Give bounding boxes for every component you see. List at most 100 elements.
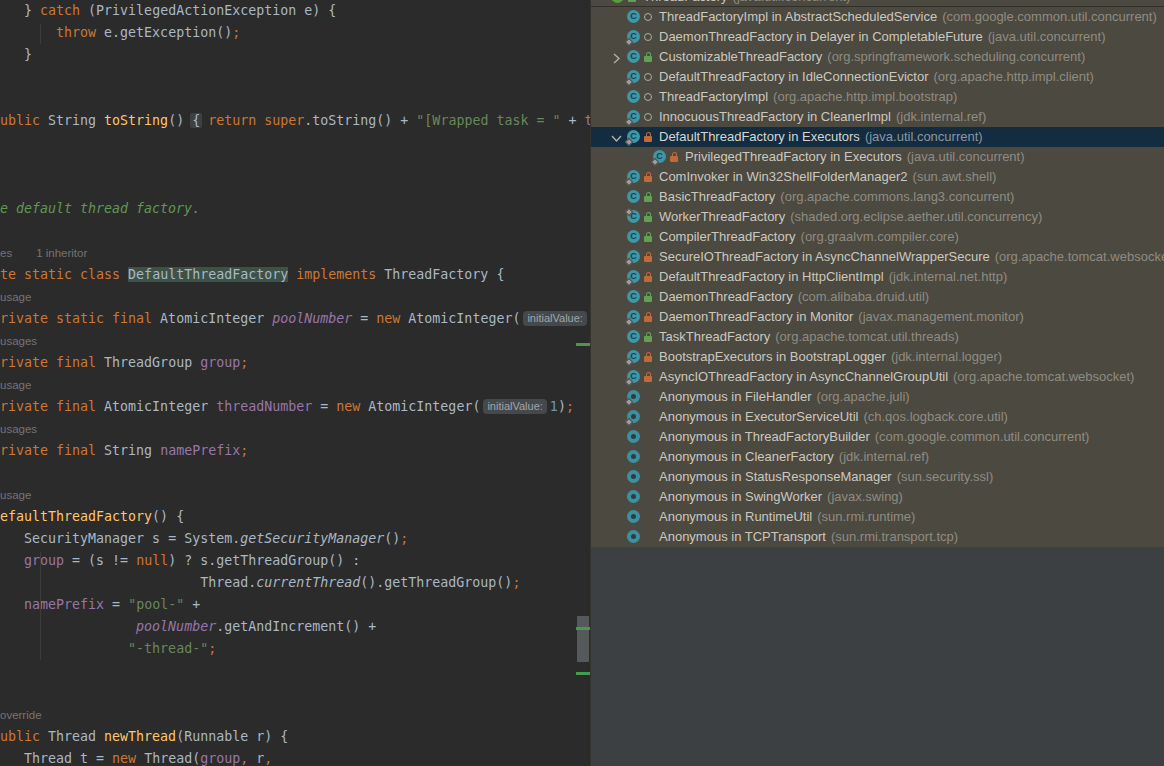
implementation-item[interactable]: CSecureIOThreadFactory in AsyncChannelWr… xyxy=(591,247,1164,267)
code-vision-lens[interactable]: usages xyxy=(0,330,590,352)
chevron-collapsed-icon[interactable] xyxy=(610,51,623,64)
implementation-item[interactable]: CThreadFactoryImpl in AbstractScheduledS… xyxy=(591,7,1164,27)
anonymous-class-icon xyxy=(627,470,640,483)
code-area: } catch (PrivilegedActionException e) { … xyxy=(0,0,590,766)
package-name: (shaded.org.eclipse.aether.util.concurre… xyxy=(790,209,1042,224)
item-label: DaemonThreadFactory in Monitor(javax.man… xyxy=(659,307,1024,327)
class-name: Anonymous in StatusResponseManager xyxy=(659,469,892,484)
package-name: (sun.awt.shell) xyxy=(913,169,997,184)
code-vision-lens[interactable]: usage xyxy=(0,484,590,506)
package-name: (jdk.internal.ref) xyxy=(896,109,986,124)
code-line: "-thread-"; xyxy=(0,638,590,660)
code-line xyxy=(0,176,590,198)
implementation-item[interactable]: C DaemonThreadFactory in Monitor(javax.ma… xyxy=(591,307,1164,327)
code-line: poolNumber.getAndIncrement() + xyxy=(0,616,590,638)
implementation-item[interactable]: Anonymous in ThreadFactoryBuilder(com.go… xyxy=(591,427,1164,447)
package-name: (com.google.common.util.concurrent) xyxy=(942,9,1157,24)
package-lock-badge-icon xyxy=(644,212,652,223)
class-icon: C xyxy=(627,90,640,103)
implementation-item[interactable]: CInnocuousThreadFactory in CleanerImpl(j… xyxy=(591,107,1164,127)
private-lock-badge-icon xyxy=(644,372,652,383)
package-lock-badge-icon xyxy=(628,0,636,3)
item-label: Anonymous in SwingWorker(javax.swing) xyxy=(659,487,903,507)
item-label: PrivilegedThreadFactory in Executors(jav… xyxy=(685,147,1025,167)
item-label: DefaultThreadFactory in HttpClientImpl(j… xyxy=(659,267,1007,287)
implementation-item[interactable]: CWorkerThreadFactory(shaded.org.eclipse.… xyxy=(591,207,1164,227)
package-lock-badge-icon xyxy=(644,52,652,63)
code-vision-lens[interactable]: usages xyxy=(0,418,590,440)
implementation-item[interactable]: CCompilerThreadFactory(org.graalvm.compi… xyxy=(591,227,1164,247)
implementation-item[interactable]: CTaskThreadFactory(org.apache.tomcat.uti… xyxy=(591,327,1164,347)
implementation-item[interactable]: Anonymous in ExecutorServiceUtil(ch.qos.… xyxy=(591,407,1164,427)
class-name: TaskThreadFactory xyxy=(659,329,770,344)
item-label: TaskThreadFactory (org.apache.tomcat.util… xyxy=(659,327,959,347)
package-name: (java.util.concurrent) xyxy=(865,129,983,144)
package-name: (javax.swing) xyxy=(827,489,903,504)
package-name: (org.apache.tomcat.util.threads) xyxy=(775,329,959,344)
package-name: (sun.rmi.runtime) xyxy=(817,509,915,524)
implementation-item[interactable]: CDaemonThreadFactory in Delayer in Compl… xyxy=(591,27,1164,47)
code-vision-lens[interactable]: override xyxy=(0,704,590,726)
implementation-item[interactable]: C DefaultThreadFactory in HttpClientImpl(… xyxy=(591,267,1164,287)
item-label: BootstrapExecutors in BootstrapLogger(jd… xyxy=(659,347,1002,367)
code-line xyxy=(0,462,590,484)
implementation-item[interactable]: Anonymous in TCPTransport(sun.rmi.transp… xyxy=(591,527,1164,547)
implementation-item[interactable]: Anonymous in StatusResponseManager(sun.s… xyxy=(591,467,1164,487)
package-name: (org.springframework.scheduling.concurre… xyxy=(827,49,1085,64)
code-line: e default thread factory. xyxy=(0,198,590,220)
package-name: (org.apache.http.impl.bootstrap) xyxy=(773,89,957,104)
implementation-item[interactable]: CThreadFactoryImpl(org.apache.http.impl.… xyxy=(591,87,1164,107)
anonymous-class-icon xyxy=(627,510,640,523)
code-line xyxy=(0,220,590,242)
code-line: } catch (PrivilegedActionException e) { xyxy=(0,0,590,22)
implementation-item[interactable]: CPrivilegedThreadFactory in Executors(ja… xyxy=(591,147,1164,167)
implementation-item[interactable]: Anonymous in CleanerFactory(jdk.internal… xyxy=(591,447,1164,467)
inner-class-icon: C xyxy=(627,310,640,323)
item-label: ThreadFactoryImpl in AbstractScheduledSe… xyxy=(659,7,1157,27)
package-name: (org.apache.juli) xyxy=(816,389,909,404)
private-lock-badge-icon xyxy=(670,152,678,163)
implementation-item[interactable]: CAsyncIOThreadFactory in AsyncChannelGro… xyxy=(591,367,1164,387)
code-line xyxy=(0,132,590,154)
code-line xyxy=(0,88,590,110)
implementation-item[interactable]: CDefaultThreadFactory in Executors(java.… xyxy=(591,127,1164,147)
implementation-item[interactable]: Anonymous in RuntimeUtil (sun.rmi.runtime… xyxy=(591,507,1164,527)
implementation-item[interactable]: CDaemonThreadFactory(com.alibaba.druid.u… xyxy=(591,287,1164,307)
package-name: (ch.qos.logback.core.util) xyxy=(863,409,1008,424)
implementation-item[interactable]: Anonymous in FileHandler(org.apache.juli… xyxy=(591,387,1164,407)
item-label: DaemonThreadFactory in Delayer in Comple… xyxy=(659,27,1106,47)
editor-scrollbar[interactable] xyxy=(576,0,590,766)
public-visibility-badge-icon xyxy=(644,33,652,41)
chevron-expanded-icon[interactable] xyxy=(610,131,623,144)
private-lock-badge-icon xyxy=(644,352,652,363)
indent-guide xyxy=(40,552,41,660)
code-editor[interactable]: } catch (PrivilegedActionException e) { … xyxy=(0,0,590,766)
class-name: Anonymous in TCPTransport xyxy=(659,529,826,544)
code-vision-lens[interactable]: es1 inheritor xyxy=(0,242,590,264)
implementation-item[interactable]: CBootstrapExecutors in BootstrapLogger(j… xyxy=(591,347,1164,367)
inner-class-icon: C xyxy=(627,270,640,283)
implementation-item[interactable]: Anonymous in SwingWorker(javax.swing) xyxy=(591,487,1164,507)
anonymous-class-icon xyxy=(627,490,640,503)
implementation-item[interactable]: CBasicThreadFactory(org.apache.commons.l… xyxy=(591,187,1164,207)
code-vision-lens[interactable]: usage xyxy=(0,374,590,396)
scrollbar-thumb[interactable] xyxy=(577,616,589,662)
class-name: CompilerThreadFactory xyxy=(659,229,796,244)
implementation-item[interactable]: CComInvoker in Win32ShellFolderManager2(… xyxy=(591,167,1164,187)
private-lock-badge-icon xyxy=(644,312,652,323)
implementation-item[interactable]: CCustomizableThreadFactory(org.springfra… xyxy=(591,47,1164,67)
class-name: BasicThreadFactory xyxy=(659,189,775,204)
class-name: ComInvoker in Win32ShellFolderManager2 xyxy=(659,169,908,184)
code-line: efaultThreadFactory() { xyxy=(0,506,590,528)
ide-window: } catch (PrivilegedActionException e) { … xyxy=(0,0,1164,766)
class-name: Anonymous in RuntimeUtil xyxy=(659,509,812,524)
package-name: (jdk.internal.logger) xyxy=(891,349,1002,364)
item-label: CustomizableThreadFactory (org.springfram… xyxy=(659,47,1085,67)
implementation-item[interactable]: CDefaultThreadFactory in IdleConnectionE… xyxy=(591,67,1164,87)
implementation-item[interactable]: IThreadFactory(java.util.concurrent) xyxy=(591,0,1164,7)
anonymous-class-icon xyxy=(627,450,640,463)
code-line: namePrefix = "pool-" + xyxy=(0,594,590,616)
class-name: CustomizableThreadFactory xyxy=(659,49,822,64)
code-vision-lens[interactable]: usage xyxy=(0,286,590,308)
item-label: ComInvoker in Win32ShellFolderManager2 (s… xyxy=(659,167,996,187)
